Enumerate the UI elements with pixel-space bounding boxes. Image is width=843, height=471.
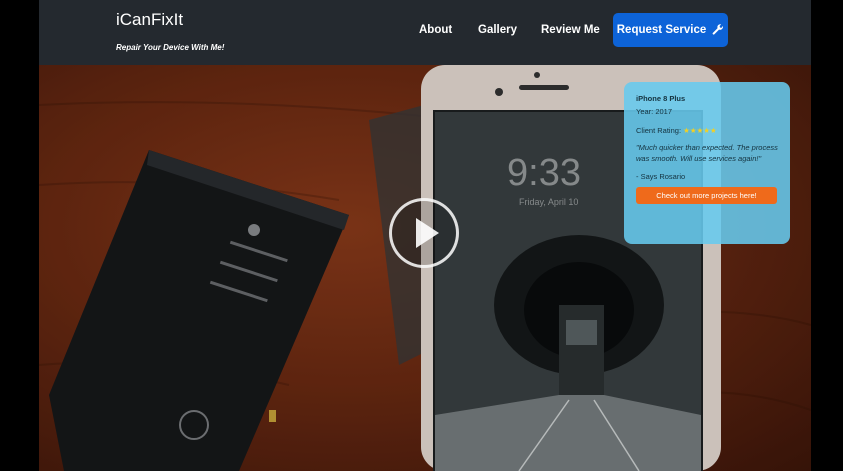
nav-link-review-me[interactable]: Review Me <box>541 24 600 36</box>
review-author: - Says Rosario <box>636 172 686 181</box>
play-icon <box>416 218 439 248</box>
review-card: iPhone 8 Plus Year: 2017 Client Rating: … <box>624 82 790 244</box>
page: iCanFixIt Repair Your Device With Me! Ab… <box>39 0 811 471</box>
more-projects-button[interactable]: Check out more projects here! <box>636 187 777 204</box>
rating-label: Client Rating: <box>636 126 682 135</box>
hero-video[interactable]: 9:33 Friday, April 10 iPhone 8 Plus Year… <box>39 65 811 471</box>
brand-name[interactable]: iCanFixIt <box>116 10 183 30</box>
nav-link-about[interactable]: About <box>419 24 452 36</box>
play-button[interactable] <box>389 198 459 268</box>
review-rating: Client Rating: ★★★★★ <box>636 126 778 135</box>
wrench-icon <box>712 23 724 35</box>
request-service-label: Request Service <box>616 24 707 36</box>
nav-link-gallery[interactable]: Gallery <box>478 24 517 36</box>
brand-tagline: Repair Your Device With Me! <box>116 43 225 52</box>
request-service-button[interactable]: Request Service <box>613 13 728 47</box>
navbar: iCanFixIt Repair Your Device With Me! Ab… <box>39 0 811 65</box>
review-year: Year: 2017 <box>636 107 673 116</box>
review-quote: "Much quicker than expected. The process… <box>636 143 778 163</box>
rating-stars: ★★★★★ <box>683 126 717 135</box>
review-device: iPhone 8 Plus <box>636 94 686 103</box>
